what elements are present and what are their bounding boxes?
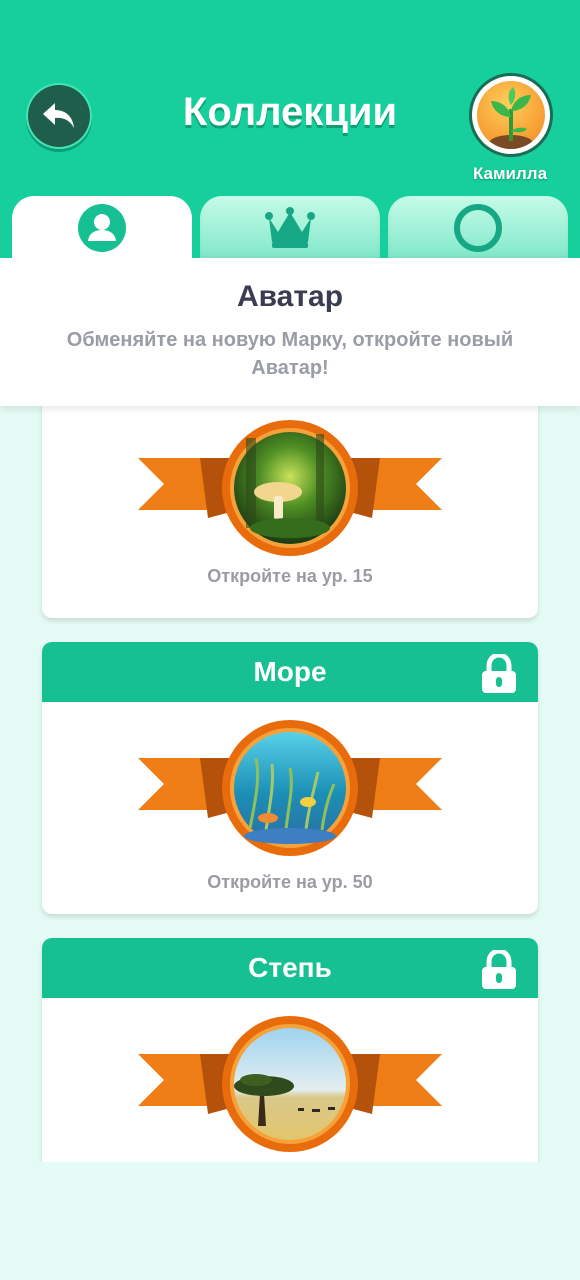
- section-panel: Аватар Обменяйте на новую Марку, откройт…: [0, 258, 580, 406]
- collection-card-steppe[interactable]: Степь: [42, 938, 538, 1162]
- forest-avatar-medal: [138, 420, 442, 556]
- section-title: Аватар: [236, 280, 344, 313]
- sea-avatar-medal: [138, 720, 442, 856]
- unlock-level-text: Откройте на ур. 15: [207, 566, 373, 586]
- crown-icon: [265, 207, 315, 248]
- card-header: Море: [42, 642, 538, 702]
- lock-icon: [482, 950, 516, 989]
- unlock-level-text: Откройте на ур. 50: [207, 872, 373, 892]
- username-label: Камилла: [472, 164, 548, 183]
- sprout-icon: [489, 87, 533, 149]
- avatar[interactable]: [472, 76, 550, 154]
- collection-card-sea[interactable]: Море Откройте на ур. 50: [42, 642, 538, 914]
- tab-avatar[interactable]: [12, 196, 192, 260]
- tab-crown[interactable]: [200, 196, 380, 260]
- section-subtitle: Обменяйте на новую Марку, откройте новый…: [66, 329, 514, 379]
- card-title: Степь: [248, 952, 332, 983]
- lock-icon: [482, 654, 516, 693]
- steppe-avatar-medal: [138, 1016, 442, 1152]
- card-title: Море: [253, 656, 327, 687]
- collection-list[interactable]: Откройте на ур. 15 Море Откройте на ур. …: [0, 406, 580, 1162]
- tab-circle[interactable]: [388, 196, 568, 260]
- header: Коллекции Камилла: [0, 0, 580, 260]
- user-icon: [78, 204, 126, 252]
- circle-icon: [454, 204, 502, 252]
- collection-card-forest[interactable]: Откройте на ур. 15: [42, 406, 538, 618]
- card-header: Степь: [42, 938, 538, 998]
